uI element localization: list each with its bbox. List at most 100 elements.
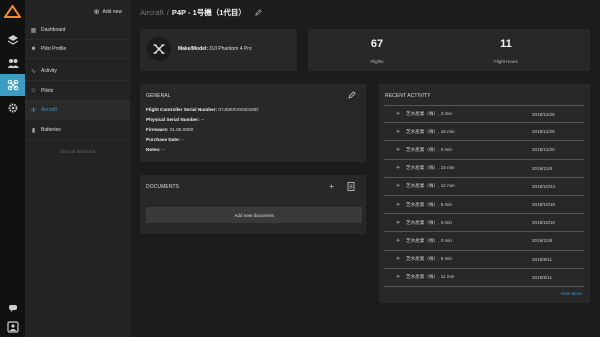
general-row-notes: Notes: -- — [146, 145, 259, 155]
general-title: GENERAL — [146, 93, 171, 99]
flights-value: 67 — [370, 38, 384, 50]
nav-item-aircraft[interactable]: ✣ Aircraft — [25, 101, 130, 120]
plane-icon: ✈ — [396, 146, 401, 153]
edit-general-icon[interactable] — [348, 91, 356, 99]
account-icon[interactable] — [4, 318, 21, 335]
make-model-label: Make/Model: — [178, 46, 209, 52]
app-logo-icon[interactable] — [4, 5, 21, 19]
nav-item-batteries[interactable]: ▮ Batteries — [25, 121, 130, 140]
activity-name: 芝水産業（株）, 3 min — [406, 111, 452, 117]
nav-item-label: Pilot Profile — [41, 46, 67, 52]
list-item[interactable]: ✈ 芝水産業（株）, 11 min 2019/9/11 — [384, 269, 584, 287]
documents-card: DOCUMENTS + Add new document — [140, 175, 366, 234]
nav-item-label: Dashboard — [41, 27, 66, 33]
nav-item-pilot-profile[interactable]: ☻ Pilot Profile — [25, 40, 130, 59]
pilots-icon: ☺ — [30, 88, 37, 94]
list-item[interactable]: ✈ 芝水産業（株）, 5 min 2019/10/16 — [384, 196, 584, 215]
activity-date: 2019/10/10 — [532, 220, 555, 226]
aircraft-icon: ✣ — [30, 107, 37, 114]
list-item[interactable]: ✈ 芝水産業（株）, 3 min 2019/11/26 — [384, 105, 584, 124]
activity-name: 芝水産業（株）, 0 min — [406, 219, 452, 225]
list-item[interactable]: ✈ 芝水産業（株）, 23 min 2019/11/8 — [384, 160, 584, 178]
add-document-plus-icon[interactable]: + — [329, 182, 334, 191]
general-row-purchase-date: Purchase Date: -- — [146, 135, 259, 145]
activity-name: 芝水産業（株）, 23 min — [406, 165, 455, 171]
plane-icon: ✈ — [396, 111, 401, 118]
activity-date: 2019/10/8 — [532, 238, 553, 244]
row-label: Notes: — [146, 147, 161, 152]
flight-hours-stat: 11 Flight Hours — [476, 38, 536, 64]
row-value: 07JDE9V00201MD — [218, 107, 259, 112]
activity-name: 芝水産業（株）, 6 min — [406, 256, 452, 262]
add-new-document-button[interactable]: Add new document — [146, 207, 362, 223]
activity-date: 2019/11/20 — [532, 147, 555, 153]
list-item[interactable]: ✈ 芝水産業（株）, 16 min 2019/11/26 — [384, 123, 584, 142]
activity-date: 2019/9/11 — [532, 274, 553, 280]
stats-card: 67 Flights 11 Flight Hours — [308, 29, 590, 71]
side-nav: ⊕ Add new ▦ Dashboard ☻ Pilot Profile ∿ … — [25, 0, 130, 337]
nav-item-label: Aircraft — [41, 107, 57, 113]
row-label: Physical Serial Number: — [146, 117, 200, 122]
list-item[interactable]: ✈ 芝水産業（株）, 0 min 2019/11/20 — [384, 141, 584, 160]
plane-icon: ✈ — [396, 165, 401, 172]
activity-name: 芝水産業（株）, 12 min — [406, 183, 455, 189]
breadcrumb-separator: / — [166, 8, 169, 17]
activity-date: 2019/11/26 — [532, 129, 555, 135]
recent-activity-list: ✈ 芝水産業（株）, 3 min 2019/11/26 ✈ 芝水産業（株）, 16 m… — [384, 105, 584, 287]
flights-stat: 67 Flights — [347, 38, 407, 64]
main-content: Aircraft / P4P - 1号機（1代目） Make/Model: DJ… — [130, 0, 600, 337]
plane-icon: ✈ — [396, 183, 401, 190]
nav-item-label: Batteries — [41, 127, 61, 133]
drone-icon — [153, 44, 165, 54]
dashboard-icon: ▦ — [30, 27, 37, 34]
documents-title: DOCUMENTS — [146, 184, 180, 190]
row-label: Purchase Date: — [146, 137, 181, 142]
chat-icon[interactable] — [4, 299, 21, 316]
aircraft-rail-icon[interactable] — [0, 74, 25, 96]
list-item[interactable]: ✈ 芝水産業（株）, 0 min 2019/10/8 — [384, 232, 584, 251]
general-row-physical-serial: Physical Serial Number: -- — [146, 115, 259, 125]
settings-gear-icon[interactable] — [4, 99, 21, 116]
make-model-value: DJI Phantom 4 Pro — [209, 46, 252, 52]
nav-item-pilots[interactable]: ☺ Pilots — [25, 82, 130, 101]
flight-hours-label: Flight Hours — [494, 59, 518, 64]
nav-item-activity[interactable]: ∿ Activity — [25, 62, 130, 81]
row-value: -- — [200, 117, 205, 122]
plane-icon: ✈ — [396, 237, 401, 244]
recent-activity-title: RECENT ACTIVITY — [385, 93, 431, 99]
make-model: Make/Model: DJI Phantom 4 Pro — [178, 46, 252, 52]
plane-icon: ✈ — [396, 128, 401, 135]
row-label: Flight Controller Serial Number: — [146, 107, 218, 112]
nav-item-label: Activity — [41, 68, 57, 74]
general-row-firmware: Firmware: 01.05.0600 — [146, 125, 259, 135]
feedback-link[interactable]: Give us feedback — [25, 149, 130, 154]
nav-item-dashboard[interactable]: ▦ Dashboard — [25, 21, 130, 40]
breadcrumb-parent[interactable]: Aircraft — [140, 8, 164, 17]
edit-title-icon[interactable] — [255, 9, 262, 16]
list-item[interactable]: ✈ 芝水産業（株）, 6 min 2019/9/11 — [384, 251, 584, 269]
plane-icon: ✈ — [396, 274, 401, 281]
list-item[interactable]: ✈ 芝水産業（株）, 12 min 2019/10/24 — [384, 178, 584, 196]
document-list-icon[interactable] — [347, 182, 355, 191]
flights-label: Flights — [370, 59, 384, 64]
users-icon[interactable] — [4, 54, 21, 71]
activity-icon: ∿ — [30, 68, 37, 75]
activity-name: 芝水産業（株）, 5 min — [406, 201, 452, 207]
view-more-link[interactable]: View More — [560, 291, 582, 296]
activity-name: 芝水産業（株）, 0 min — [406, 237, 452, 243]
battery-icon: ▮ — [31, 127, 36, 134]
row-label: Firmware: — [146, 127, 169, 132]
add-new-button[interactable]: ⊕ Add new — [94, 8, 122, 16]
activity-name: 芝水産業（株）, 16 min — [406, 128, 455, 134]
add-new-label: Add new — [102, 9, 122, 15]
layers-icon[interactable] — [4, 31, 21, 48]
breadcrumb: Aircraft / P4P - 1号機（1代目） — [140, 7, 262, 18]
general-rows: Flight Controller Serial Number: 07JDE9V… — [146, 105, 259, 155]
general-card: GENERAL Flight Controller Serial Number:… — [140, 84, 366, 162]
plane-icon: ✈ — [396, 201, 401, 208]
activity-date: 2019/10/16 — [532, 202, 555, 208]
activity-date: 2019/11/26 — [532, 111, 555, 117]
aircraft-avatar — [147, 37, 171, 61]
activity-name: 芝水産業（株）, 11 min — [406, 274, 455, 280]
list-item[interactable]: ✈ 芝水産業（株）, 0 min 2019/10/10 — [384, 214, 584, 233]
